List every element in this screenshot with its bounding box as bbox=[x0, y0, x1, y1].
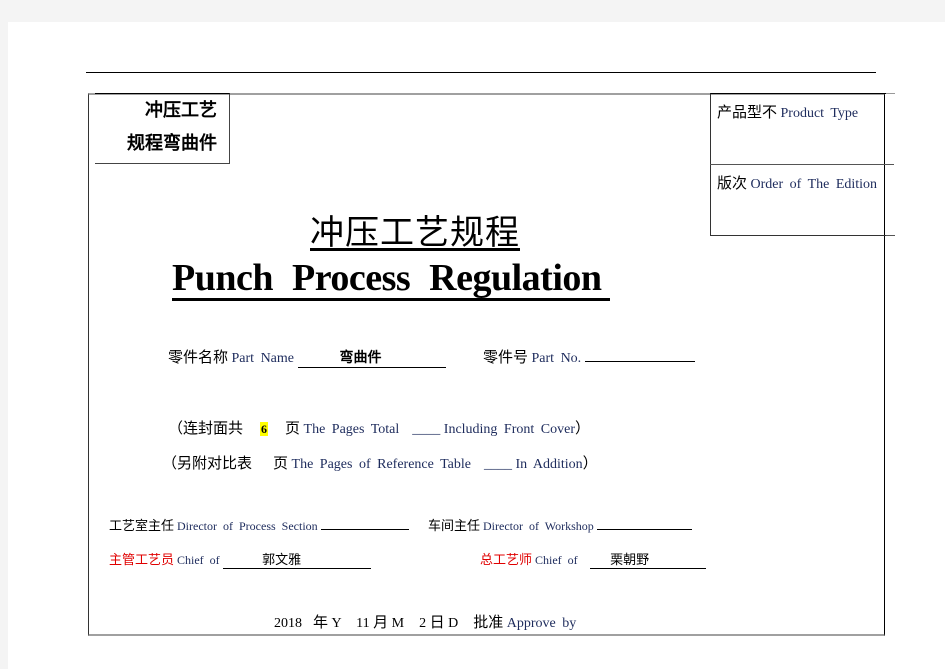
edition-cell: 版次 Order of The Edition bbox=[711, 172, 892, 193]
chief-process-label-zh: 主管工艺员 bbox=[109, 553, 175, 568]
product-type-label-zh: 产品型不 bbox=[717, 103, 778, 121]
pages-total-count: 6 bbox=[260, 422, 269, 436]
process-director-label-en: Director of Process Section bbox=[177, 519, 318, 533]
part-no-label-zh: 零件号 bbox=[483, 348, 529, 366]
product-info-divider bbox=[710, 164, 894, 165]
approve-label-en: Approve by bbox=[506, 616, 577, 631]
general-chief-label-en: Chief of bbox=[535, 553, 578, 567]
pages-total-line: （连封面共 6 页 The Pages Total ____ Including… bbox=[168, 419, 591, 437]
chief-process-field: 主管工艺员 Chief of 郭文雅 bbox=[109, 549, 371, 569]
pages-ref-suffix: In Addition bbox=[515, 457, 583, 472]
pages-ref-blank: ____ bbox=[484, 457, 512, 472]
pages-total-prefix: （连封面共 bbox=[168, 419, 244, 437]
workshop-director-field: 车间主任 Director of Workshop bbox=[428, 515, 692, 534]
date-year: 2018 bbox=[274, 616, 302, 631]
general-chief-label-zh: 总工艺师 bbox=[480, 553, 533, 568]
product-type-cell: 产品型不 Product Type bbox=[711, 101, 892, 122]
pages-ref-en: The Pages of Reference Table bbox=[291, 457, 471, 472]
part-name-label-zh: 零件名称 bbox=[168, 348, 229, 366]
table-line-tick bbox=[886, 93, 895, 94]
part-no-label-en: Part No. bbox=[531, 351, 582, 366]
pages-ref-page-zh: 页 bbox=[273, 454, 289, 472]
general-chief-field: 总工艺师 Chief of 栗朝野 bbox=[480, 549, 706, 569]
pages-total-page-zh: 页 bbox=[285, 419, 301, 437]
pages-total-suffix: Including Front Cover bbox=[443, 422, 575, 437]
chief-process-value: 郭文雅 bbox=[262, 553, 302, 568]
pages-ref-prefix: （另附对比表 bbox=[162, 454, 253, 472]
part-name-field: 零件名称 Part Name 弯曲件 bbox=[168, 346, 446, 368]
process-director-label-zh: 工艺室主任 bbox=[109, 519, 175, 534]
approval-date-line: 2018 年 Y 11 月 M 2 日 D 批准 Approve by bbox=[274, 613, 577, 631]
product-type-label-en: Product Type bbox=[780, 106, 859, 121]
workshop-director-label-zh: 车间主任 bbox=[428, 519, 481, 534]
pages-total-blank: ____ bbox=[412, 422, 441, 437]
part-name-label-en: Part Name bbox=[231, 351, 294, 366]
header-rule bbox=[86, 72, 876, 73]
table-line-tick bbox=[886, 235, 895, 236]
workshop-director-input[interactable] bbox=[596, 516, 692, 530]
part-no-input[interactable] bbox=[584, 347, 695, 362]
workshop-director-label-en: Director of Workshop bbox=[483, 519, 594, 533]
part-no-field: 零件号 Part No. bbox=[483, 346, 695, 367]
title-en: Punch Process Regulation bbox=[172, 258, 610, 301]
edition-label-zh: 版次 bbox=[717, 174, 748, 192]
date-day: 2 bbox=[419, 616, 427, 631]
process-director-field: 工艺室主任 Director of Process Section bbox=[109, 515, 409, 534]
part-name-input[interactable]: 弯曲件 bbox=[297, 347, 446, 368]
approve-label-zh: 批准 bbox=[473, 613, 504, 631]
edition-label-en: Order of The Edition bbox=[750, 177, 878, 192]
general-chief-value: 栗朝野 bbox=[610, 553, 650, 568]
chief-process-input[interactable]: 郭文雅 bbox=[222, 549, 371, 569]
process-director-input[interactable] bbox=[320, 516, 409, 530]
general-chief-input[interactable]: 栗朝野 bbox=[589, 549, 706, 569]
title-zh: 冲压工艺规程 bbox=[310, 213, 520, 253]
part-name-value: 弯曲件 bbox=[339, 350, 382, 366]
header-title-line2: 规程弯曲件 bbox=[127, 133, 217, 154]
header-title-line1: 冲压工艺 bbox=[145, 100, 217, 121]
header-title-box: 冲压工艺 规程弯曲件 bbox=[95, 93, 230, 164]
pages-reference-line: （另附对比表 页 The Pages of Reference Table __… bbox=[162, 454, 598, 472]
chief-process-label-en: Chief of bbox=[177, 553, 220, 567]
date-month: 11 bbox=[356, 616, 370, 631]
pages-total-en: The Pages Total bbox=[303, 422, 400, 437]
